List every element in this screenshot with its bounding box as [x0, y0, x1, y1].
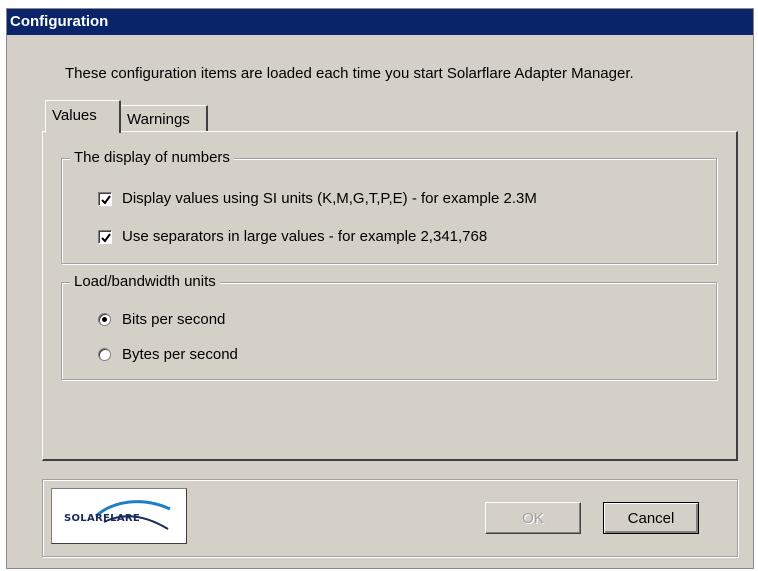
bits-per-second-radio[interactable] — [98, 313, 111, 326]
tab-warnings[interactable]: Warnings — [120, 105, 208, 133]
checkmark-icon — [101, 232, 111, 243]
bytes-per-second-option[interactable]: Bytes per second — [98, 346, 238, 363]
load-bandwidth-units-legend: Load/bandwidth units — [70, 273, 220, 290]
bits-per-second-label: Bits per second — [122, 311, 226, 328]
logo-wordmark: SOLARFLARE — [64, 513, 140, 524]
separators-checkbox[interactable] — [98, 229, 112, 244]
display-of-numbers-legend: The display of numbers — [70, 149, 234, 166]
separators-label: Use separators in large values - for exa… — [122, 228, 488, 245]
title-bar[interactable]: Configuration — [7, 9, 753, 35]
checkmark-icon — [101, 194, 111, 205]
load-bandwidth-units-group: Load/bandwidth units Bits per second Byt… — [61, 273, 717, 380]
display-of-numbers-group: The display of numbers Display values us… — [61, 149, 717, 264]
dialog-footer: SOLARFLARE OK Cancel — [42, 479, 738, 557]
tab-values[interactable]: Values — [45, 100, 121, 133]
cancel-button[interactable]: Cancel — [603, 502, 699, 534]
ok-button[interactable]: OK — [485, 502, 581, 534]
separators-option[interactable]: Use separators in large values - for exa… — [98, 228, 487, 245]
intro-text: These configuration items are loaded eac… — [65, 65, 634, 82]
solarflare-logo: SOLARFLARE — [51, 488, 187, 544]
bytes-per-second-radio[interactable] — [98, 348, 111, 361]
radio-selected-dot — [102, 317, 107, 322]
bytes-per-second-label: Bytes per second — [122, 346, 238, 363]
si-units-checkbox[interactable] — [98, 191, 112, 206]
bits-per-second-option[interactable]: Bits per second — [98, 311, 225, 328]
si-units-label: Display values using SI units (K,M,G,T,P… — [122, 190, 537, 207]
configuration-dialog: Configuration These configuration items … — [6, 8, 754, 569]
values-tab-panel: The display of numbers Display values us… — [42, 131, 738, 461]
si-units-option[interactable]: Display values using SI units (K,M,G,T,P… — [98, 190, 537, 207]
